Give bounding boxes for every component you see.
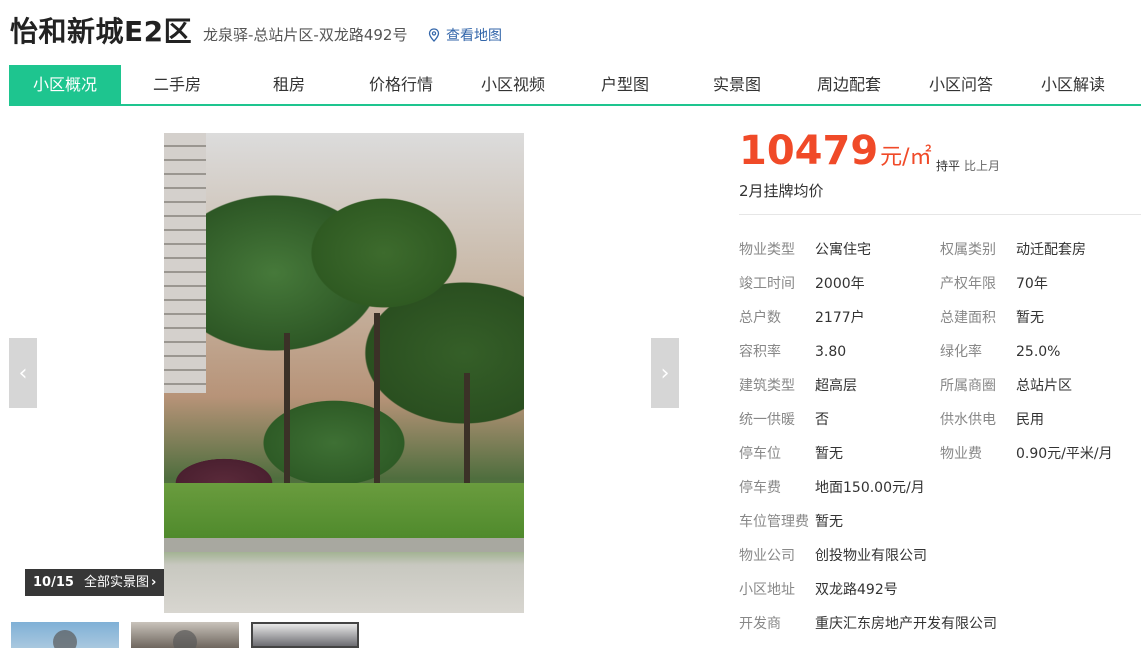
info-key: 产权年限 [940, 276, 996, 292]
info-key: 绿化率 [940, 344, 982, 360]
chevron-left-icon: ‹ [18, 360, 28, 386]
all-photos-link: 全部实景图 [83, 575, 149, 590]
page-title: 怡和新城E2区 [10, 15, 193, 48]
info-value: 暂无 [1016, 310, 1044, 326]
info-row: 总户数 2177户 总建面积 暂无 [739, 303, 1141, 337]
trend-label: 比上月 [964, 159, 1001, 173]
info-value: 民用 [1016, 412, 1044, 428]
info-value: 重庆汇东房地产开发有限公司 [815, 616, 997, 632]
tab-qa[interactable]: 小区问答 [905, 65, 1017, 104]
info-key: 物业公司 [739, 548, 795, 564]
tab-floorplan[interactable]: 户型图 [569, 65, 681, 104]
nav-tabs: 小区概况 二手房 租房 价格行情 小区视频 户型图 实景图 周边配套 小区问答 … [9, 65, 1141, 106]
thumbnail-selected[interactable] [251, 622, 359, 648]
info-row: 容积率 3.80 绿化率 25.0% [739, 337, 1141, 371]
info-key: 开发商 [739, 616, 781, 632]
info-value: 否 [815, 412, 829, 428]
info-value: 25.0% [1016, 344, 1061, 360]
chevron-right-icon: › [150, 575, 157, 590]
price-block: 10479 元/㎡ [739, 128, 932, 174]
info-key: 停车费 [739, 480, 781, 496]
thumbnail[interactable] [11, 622, 119, 648]
info-value: 公寓住宅 [815, 242, 871, 258]
info-row: 车位管理费 暂无 [739, 507, 1141, 541]
photo-tree-trunk [374, 313, 380, 483]
info-value: 超高层 [815, 378, 857, 394]
info-key: 车位管理费 [739, 514, 809, 530]
community-info: 物业类型 公寓住宅 权属类别 动迁配套房 竣工时间 2000年 产权年限 70年 总户数… [739, 235, 1141, 643]
main-photo[interactable] [164, 133, 524, 613]
play-icon [173, 630, 197, 648]
info-key: 总建面积 [940, 310, 996, 326]
tab-video[interactable]: 小区视频 [457, 65, 569, 104]
tab-analysis[interactable]: 小区解读 [1017, 65, 1129, 104]
info-key: 停车位 [739, 446, 781, 462]
tab-second-hand[interactable]: 二手房 [121, 65, 233, 104]
tab-rent[interactable]: 租房 [233, 65, 345, 104]
photo-lawn [164, 483, 524, 539]
info-value: 3.80 [815, 344, 847, 360]
price-unit: 元/㎡ [880, 145, 932, 170]
info-value: 0.90元/平米/月 [1016, 446, 1113, 462]
info-row: 竣工时间 2000年 产权年限 70年 [739, 269, 1141, 303]
info-row: 小区地址 双龙路492号 [739, 575, 1141, 609]
info-row: 停车费 地面150.00元/月 [739, 473, 1141, 507]
photo-counter[interactable]: 10/15 全部实景图 › [25, 569, 165, 596]
info-value: 70年 [1016, 276, 1048, 292]
info-row: 开发商 重庆汇东房地产开发有限公司 [739, 609, 1141, 643]
photo-building [164, 133, 206, 393]
info-value: 动迁配套房 [1016, 242, 1086, 258]
thumbnail[interactable] [131, 622, 239, 648]
thumbnail-strip [11, 622, 359, 648]
info-row: 物业类型 公寓住宅 权属类别 动迁配套房 [739, 235, 1141, 269]
location-pin-icon [428, 28, 440, 42]
tab-surroundings[interactable]: 周边配套 [793, 65, 905, 104]
info-key: 竣工时间 [739, 276, 795, 292]
info-key: 统一供暖 [739, 412, 795, 428]
divider [739, 214, 1141, 215]
chevron-right-icon: › [660, 360, 670, 386]
info-value: 双龙路492号 [815, 582, 898, 598]
info-value: 暂无 [815, 514, 843, 530]
photo-tree-trunk [284, 333, 290, 483]
price-trend: 持平 比上月 [936, 157, 1000, 174]
info-row: 物业公司 创投物业有限公司 [739, 541, 1141, 575]
price-subtitle: 2月挂牌均价 [739, 182, 824, 200]
view-map-label: 查看地图 [446, 28, 502, 44]
info-key: 总户数 [739, 310, 781, 326]
play-icon [53, 630, 77, 648]
price-value: 10479 [739, 128, 879, 174]
info-value: 地面150.00元/月 [815, 480, 925, 496]
info-row: 统一供暖 否 供水供电 民用 [739, 405, 1141, 439]
photo-curb [164, 538, 524, 552]
photo-tree-trunk [464, 373, 470, 493]
info-value: 创投物业有限公司 [815, 548, 927, 564]
info-value: 总站片区 [1016, 378, 1072, 394]
tab-overview[interactable]: 小区概况 [9, 65, 121, 104]
gallery-prev-button[interactable]: ‹ [9, 338, 37, 408]
gallery-next-button[interactable]: › [651, 338, 679, 408]
tab-photos[interactable]: 实景图 [681, 65, 793, 104]
info-key: 小区地址 [739, 582, 795, 598]
info-key: 建筑类型 [739, 378, 795, 394]
info-key: 容积率 [739, 344, 781, 360]
info-value: 2177户 [815, 310, 865, 326]
trend-value: 持平 [936, 159, 961, 173]
info-key: 物业费 [940, 446, 982, 462]
info-key: 供水供电 [940, 412, 996, 428]
info-key: 物业类型 [739, 242, 795, 258]
info-row: 建筑类型 超高层 所属商圈 总站片区 [739, 371, 1141, 405]
info-key: 所属商圈 [940, 378, 996, 394]
tab-price-trend[interactable]: 价格行情 [345, 65, 457, 104]
info-value: 2000年 [815, 276, 865, 292]
view-map-link[interactable]: 查看地图 [428, 25, 502, 45]
info-value: 暂无 [815, 446, 843, 462]
photo-index: 10/15 [33, 575, 74, 590]
address-text: 龙泉驿-总站片区-双龙路492号 [203, 26, 408, 44]
info-row: 停车位 暂无 物业费 0.90元/平米/月 [739, 439, 1141, 473]
info-key: 权属类别 [940, 242, 996, 258]
